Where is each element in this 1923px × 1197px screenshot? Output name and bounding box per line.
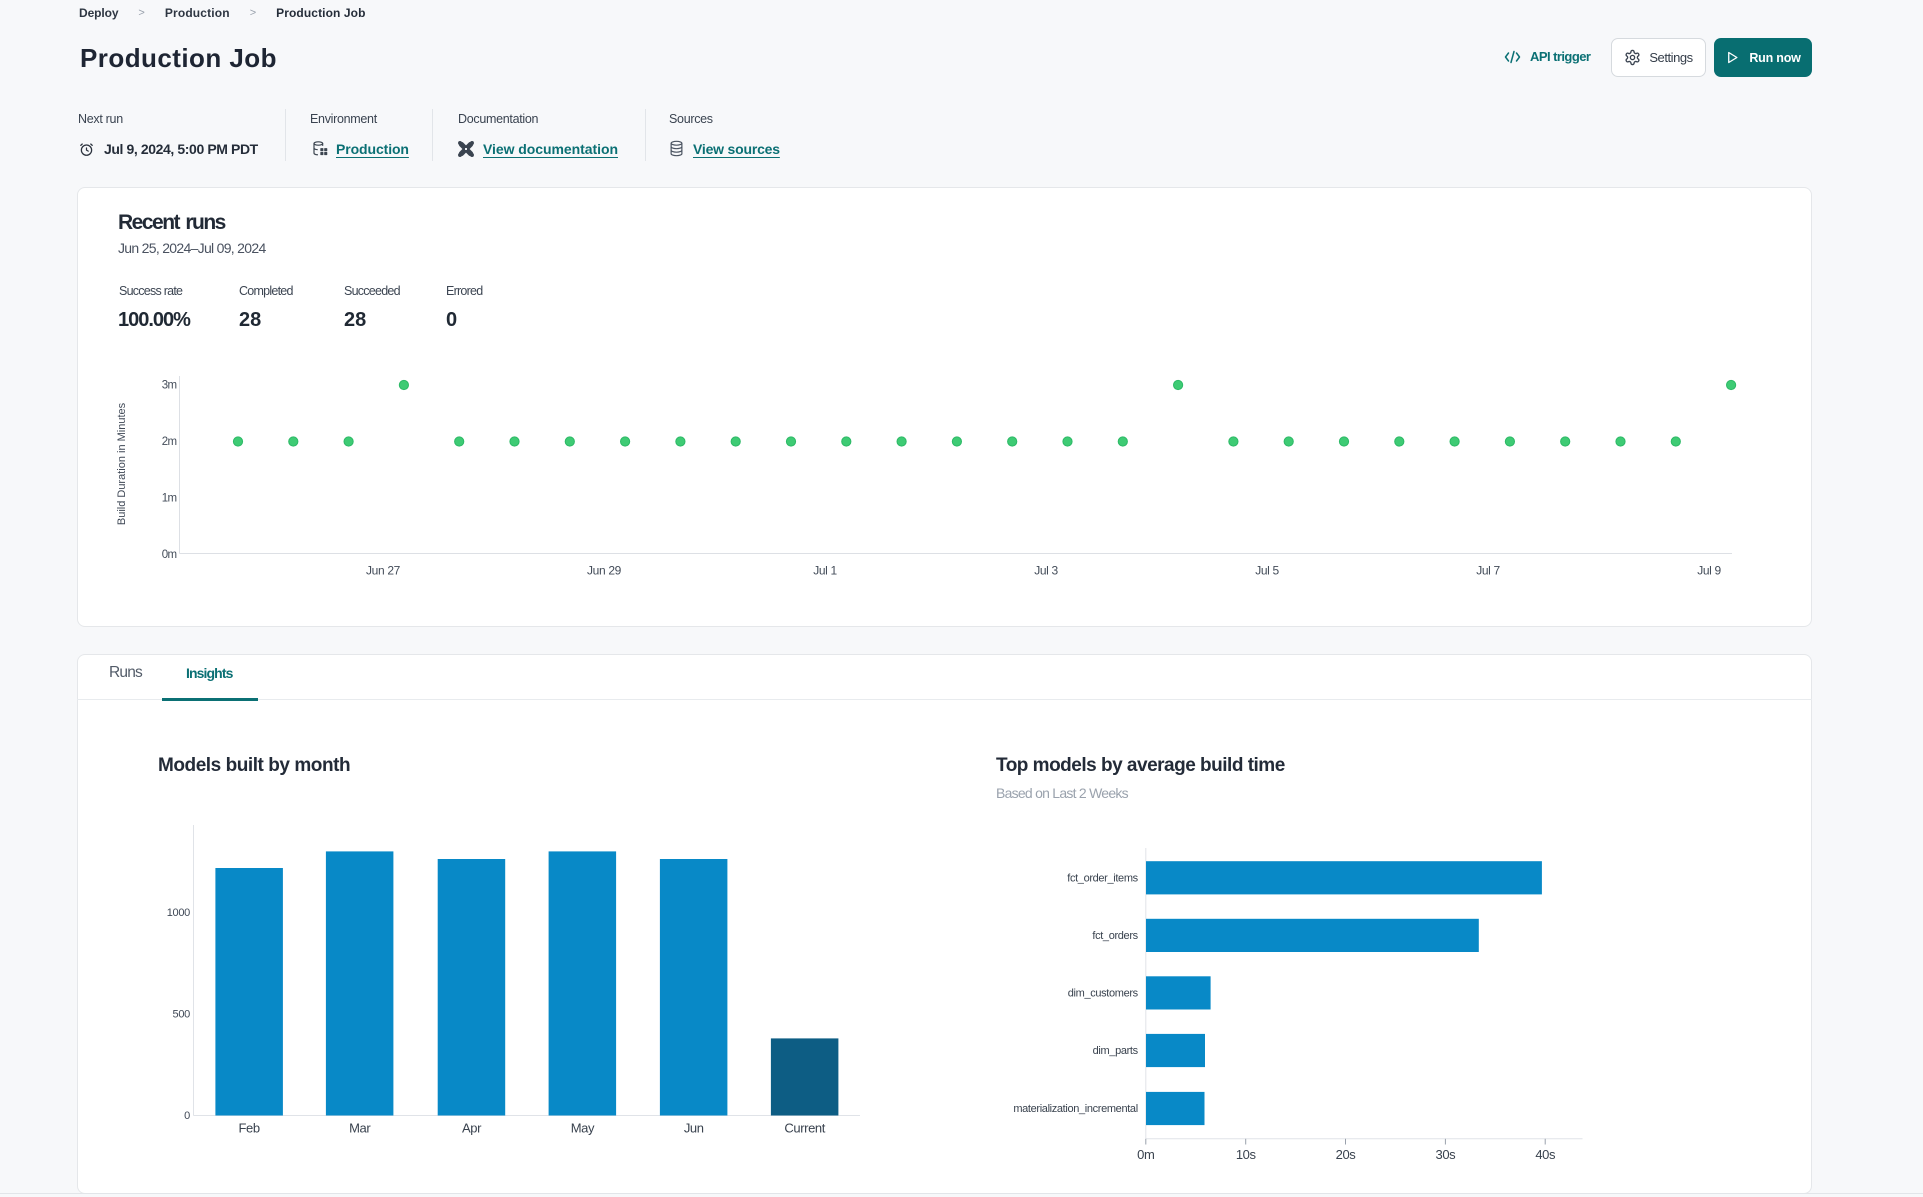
svg-text:500: 500 <box>173 1008 191 1020</box>
svg-text:30s: 30s <box>1436 1147 1457 1162</box>
svg-text:3m: 3m <box>162 380 177 392</box>
svg-text:Jul 7: Jul 7 <box>1476 564 1500 578</box>
svg-text:materialization_incremental: materialization_incremental <box>1013 1103 1137 1115</box>
svg-text:Mar: Mar <box>349 1121 371 1136</box>
svg-text:1000: 1000 <box>167 907 190 919</box>
svg-text:Jun 29: Jun 29 <box>587 564 622 578</box>
svg-text:fct_orders: fct_orders <box>1092 930 1138 942</box>
svg-text:Jun 27: Jun 27 <box>366 564 401 578</box>
svg-text:40s: 40s <box>1535 1147 1556 1162</box>
svg-text:1m: 1m <box>162 493 177 505</box>
svg-text:Jul 9: Jul 9 <box>1697 564 1721 578</box>
svg-text:2m: 2m <box>162 436 177 448</box>
svg-text:Jul 1: Jul 1 <box>813 564 837 578</box>
svg-text:fct_order_items: fct_order_items <box>1067 872 1138 884</box>
svg-text:Current: Current <box>784 1121 825 1136</box>
svg-text:0m: 0m <box>162 549 177 561</box>
svg-text:dim_parts: dim_parts <box>1093 1045 1139 1057</box>
svg-text:May: May <box>571 1121 595 1136</box>
svg-text:20s: 20s <box>1336 1147 1357 1162</box>
svg-text:0: 0 <box>184 1110 190 1122</box>
svg-text:10s: 10s <box>1236 1147 1257 1162</box>
svg-text:0m: 0m <box>1137 1147 1154 1162</box>
svg-text:Jun: Jun <box>684 1121 704 1136</box>
svg-text:Feb: Feb <box>238 1121 259 1136</box>
svg-text:dim_customers: dim_customers <box>1068 987 1139 999</box>
svg-text:Build Duration in Minutes: Build Duration in Minutes <box>116 402 128 525</box>
svg-text:Jul 5: Jul 5 <box>1255 564 1279 578</box>
svg-text:Apr: Apr <box>462 1121 482 1136</box>
svg-text:Jul 3: Jul 3 <box>1034 564 1058 578</box>
